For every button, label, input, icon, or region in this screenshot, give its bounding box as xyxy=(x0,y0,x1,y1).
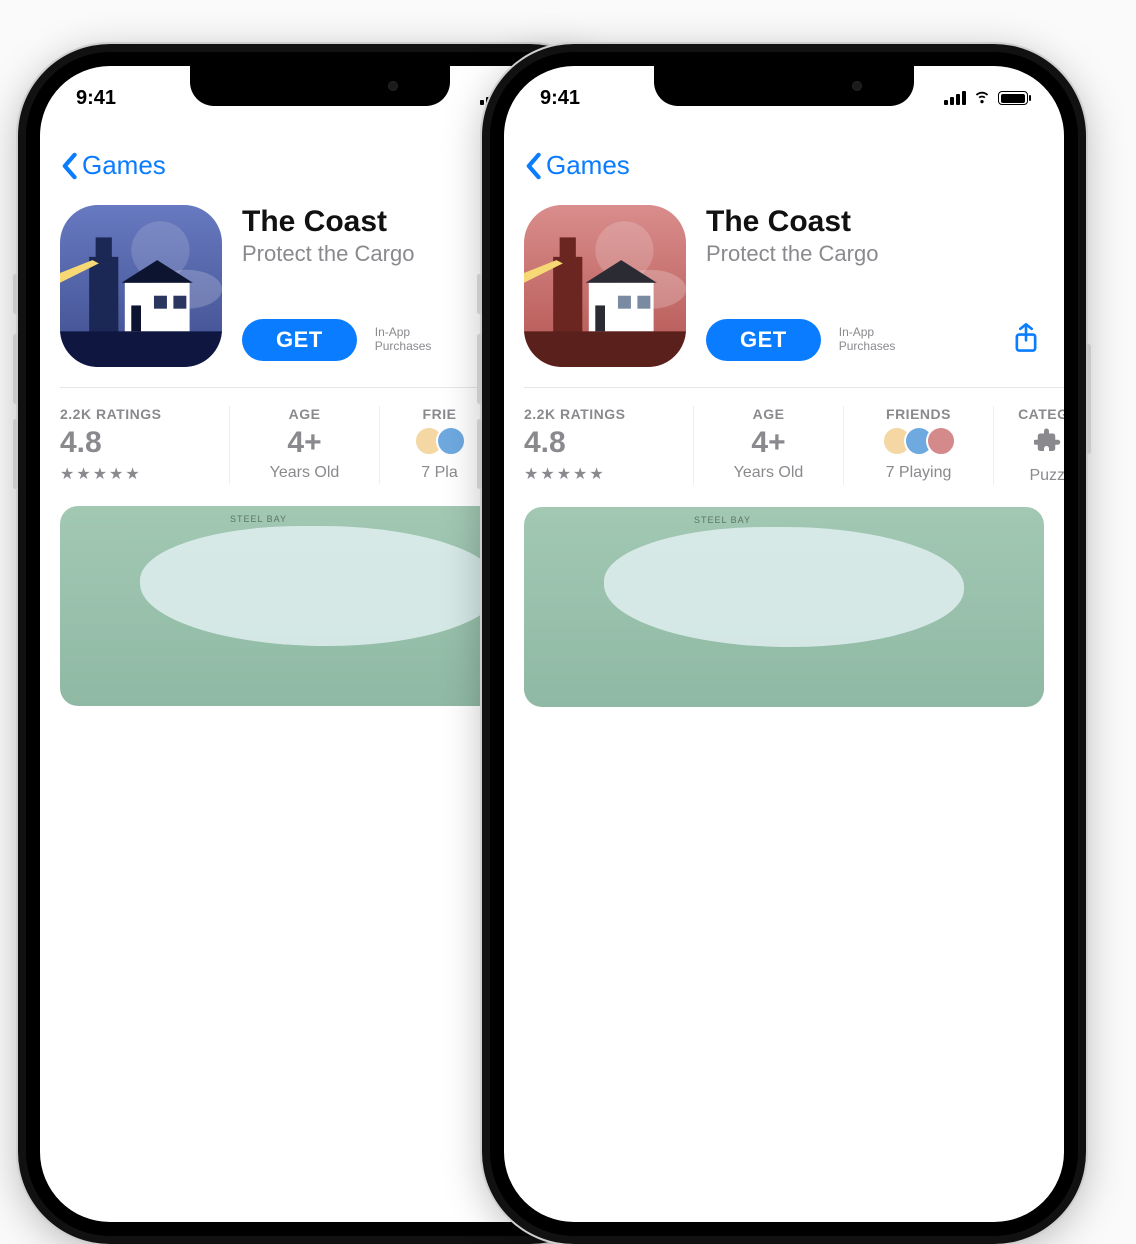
star-rating-icon: ★★★★★ xyxy=(60,464,142,484)
app-subtitle: Protect the Cargo xyxy=(706,241,1044,267)
app-title: The Coast xyxy=(706,205,1044,239)
chevron-left-icon xyxy=(524,152,542,180)
stat-ratings[interactable]: 2.2K RATINGS 4.8 ★★★★★ xyxy=(60,406,230,484)
avatar xyxy=(436,426,466,456)
star-rating-icon: ★★★★★ xyxy=(524,464,606,484)
back-label: Games xyxy=(82,150,166,181)
in-app-purchase-label: In-AppPurchases xyxy=(375,326,432,354)
stat-friends[interactable]: FRIENDS 7 Playing xyxy=(844,406,994,485)
share-button[interactable] xyxy=(1012,322,1044,359)
avatar xyxy=(926,426,956,456)
battery-icon xyxy=(998,91,1028,105)
stat-age[interactable]: AGE 4+ Years Old xyxy=(694,406,844,485)
puzzle-icon xyxy=(1034,426,1064,463)
app-icon[interactable] xyxy=(60,205,222,367)
screenshot-preview[interactable]: STEEL BAY xyxy=(524,507,1044,707)
share-icon xyxy=(1012,322,1040,354)
phone-mockup-right: 9:41 Games xyxy=(482,44,1086,1244)
stat-category[interactable]: CATEGO Puzzl xyxy=(994,406,1064,485)
chevron-left-icon xyxy=(60,152,78,180)
status-time: 9:41 xyxy=(76,87,116,110)
back-label: Games xyxy=(546,150,630,181)
notch xyxy=(190,66,450,106)
friend-avatars xyxy=(414,424,466,458)
app-icon[interactable] xyxy=(524,205,686,367)
get-button[interactable]: GET xyxy=(242,319,357,361)
in-app-purchase-label: In-AppPurchases xyxy=(839,326,896,354)
stat-ratings[interactable]: 2.2K RATINGS 4.8 ★★★★★ xyxy=(524,406,694,485)
get-button[interactable]: GET xyxy=(706,319,821,361)
cellular-icon xyxy=(944,91,966,105)
friend-avatars xyxy=(882,424,956,458)
back-nav[interactable]: Games xyxy=(504,120,1064,187)
stats-row: 2.2K RATINGS 4.8 ★★★★★ AGE 4+ Years Old … xyxy=(504,388,1064,485)
notch xyxy=(654,66,914,106)
status-time: 9:41 xyxy=(540,87,580,110)
wifi-icon xyxy=(972,85,992,111)
stat-age[interactable]: AGE 4+ Years Old xyxy=(230,406,380,484)
